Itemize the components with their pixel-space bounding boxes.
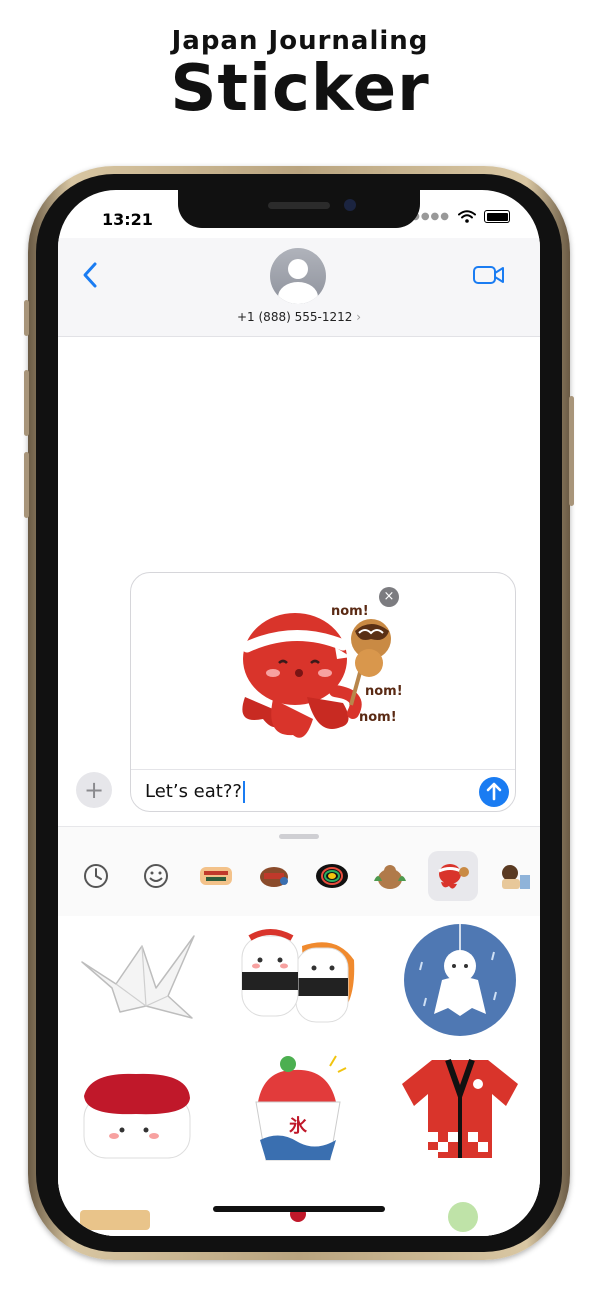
kakigori-sticker[interactable]: 氷 <box>244 1050 356 1172</box>
sticker-pack-3-icon[interactable] <box>314 858 350 894</box>
contact-avatar[interactable] <box>270 248 326 304</box>
compose-field[interactable]: nom! nom! nom! × Let’s eat?? <box>130 572 516 812</box>
front-camera <box>344 199 356 211</box>
sticker-text-3: nom! <box>359 710 397 725</box>
drawer-handle[interactable] <box>279 834 319 839</box>
sticker-pack-4-icon[interactable] <box>372 858 408 894</box>
tuna-nigiri-sticker[interactable] <box>76 1062 200 1166</box>
home-indicator[interactable] <box>213 1206 385 1212</box>
sticker-text-2: nom! <box>365 684 403 699</box>
recents-clock-icon[interactable] <box>78 858 114 894</box>
volume-up-button <box>24 370 29 436</box>
sticker-text-1: nom! <box>331 604 369 619</box>
conversation-header: +1 (888) 555-1212 › <box>58 238 540 337</box>
octopus-pack-icon[interactable] <box>428 851 478 901</box>
octopus-takoyaki-sticker: nom! nom! nom! <box>241 604 403 738</box>
contact-name[interactable]: +1 (888) 555-1212 › <box>58 310 540 324</box>
sticker-pack-2-icon[interactable] <box>256 858 292 894</box>
sticker-pack-6-icon[interactable] <box>496 858 532 894</box>
arrow-up-icon <box>486 782 502 801</box>
status-time: 13:21 <box>102 210 153 229</box>
emoji-icon[interactable] <box>138 858 174 894</box>
kakigori-label: 氷 <box>289 1115 308 1137</box>
compose-divider <box>131 769 515 770</box>
mute-switch <box>24 300 29 336</box>
contact-number: +1 (888) 555-1212 <box>237 310 353 324</box>
remove-sticker-button[interactable]: × <box>379 587 399 607</box>
paper-crane-sticker[interactable] <box>76 926 200 1026</box>
teru-teru-bozu-sticker[interactable] <box>402 922 518 1038</box>
wifi-icon <box>458 210 476 223</box>
chevron-left-icon[interactable] <box>76 260 106 290</box>
add-attachment-button[interactable]: + <box>76 772 112 808</box>
promo-title: Sticker <box>170 52 430 126</box>
send-button[interactable] <box>479 777 509 807</box>
phone-screen: 13:21 ●●●● +1 (888) 555-1212 › + nom! no… <box>58 190 540 1236</box>
earpiece <box>268 202 330 209</box>
happi-coat-sticker[interactable] <box>398 1054 522 1164</box>
battery-icon <box>484 210 510 223</box>
text-caret <box>242 781 245 803</box>
phone-notch <box>178 190 420 228</box>
volume-down-button <box>24 452 29 518</box>
status-icons: ●●●● <box>411 210 510 223</box>
contact-chevron: › <box>356 310 361 324</box>
power-button <box>569 396 574 506</box>
sushi-pair-sticker[interactable] <box>236 920 360 1032</box>
sticker-grid: 氷 <box>58 916 540 1236</box>
video-camera-icon[interactable] <box>472 262 506 288</box>
partial-sticker-left[interactable] <box>80 1210 150 1230</box>
message-input[interactable]: Let’s eat?? <box>145 781 245 803</box>
sticker-tray <box>58 850 540 906</box>
message-text: Let’s eat?? <box>145 781 242 802</box>
partial-sticker-right[interactable] <box>448 1202 478 1232</box>
sticker-pack-1-icon[interactable] <box>198 858 234 894</box>
